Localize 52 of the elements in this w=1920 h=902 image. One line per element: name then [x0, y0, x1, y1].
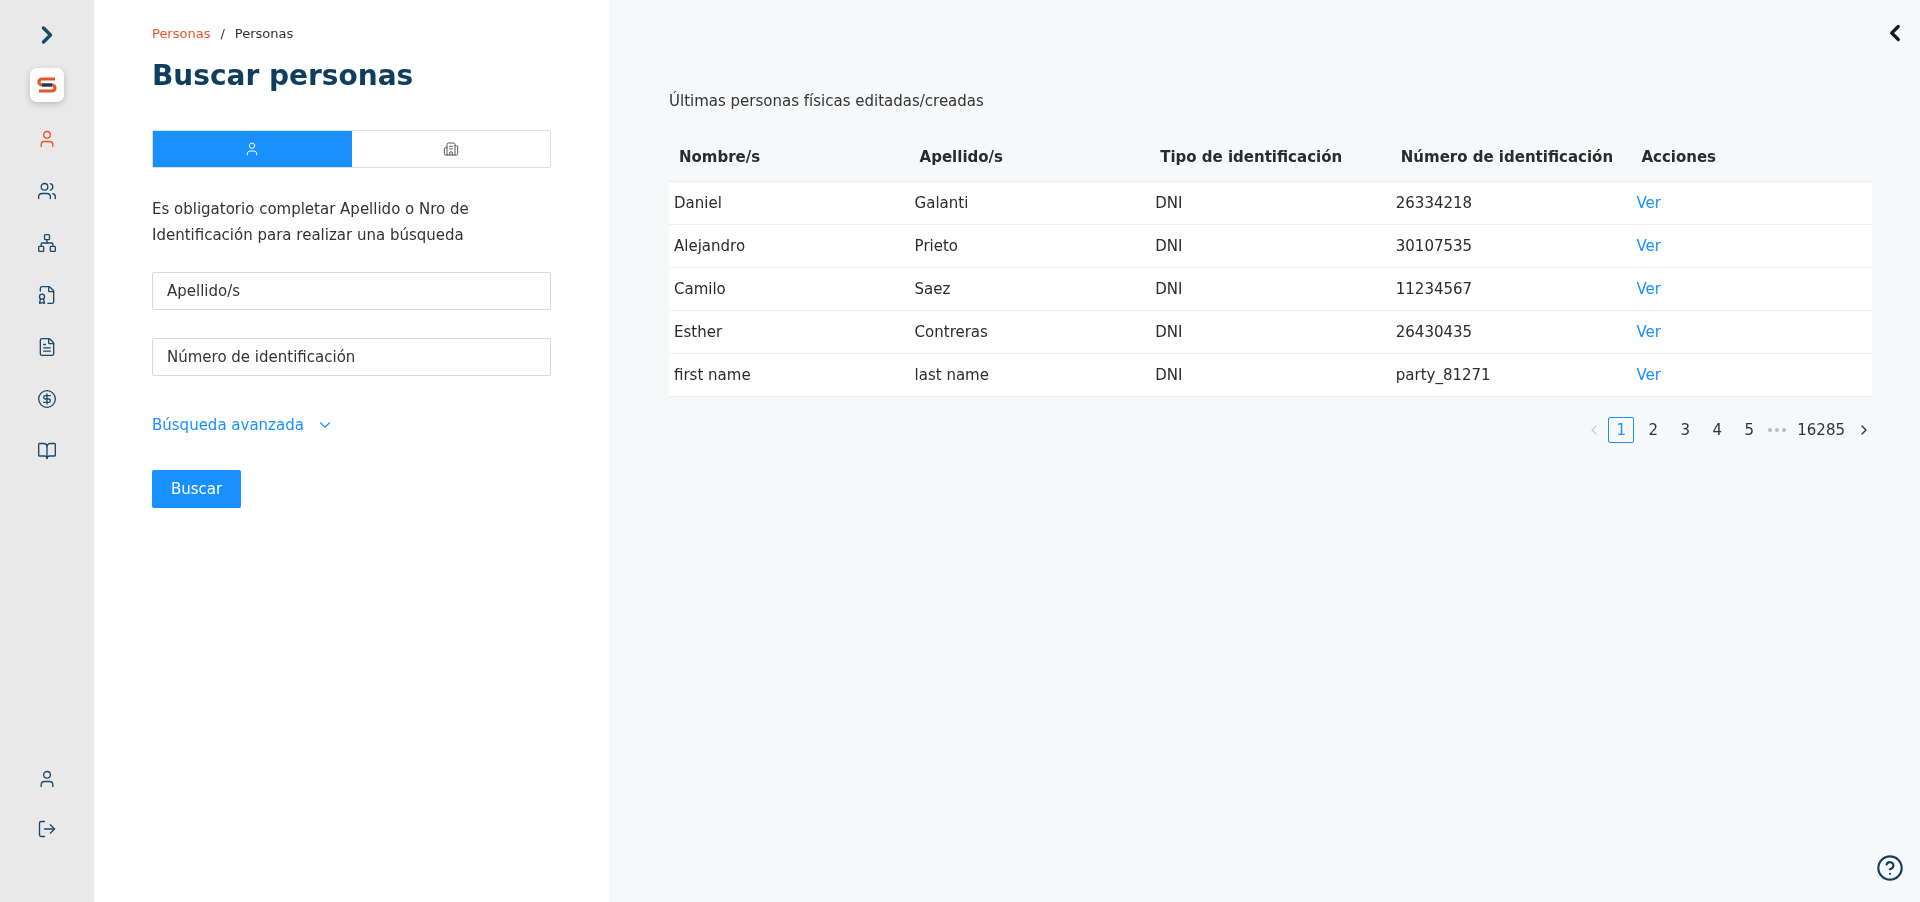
table-cell: Prieto [909, 224, 1151, 267]
hierarchy-icon [37, 233, 57, 253]
section-heading: Últimas personas físicas editadas/creadas [669, 92, 985, 110]
table-cell: Galanti [909, 181, 1151, 224]
table-cell: Alejandro [669, 224, 910, 267]
table-cell: DNI [1150, 267, 1391, 310]
table-cell: 26430435 [1390, 310, 1632, 353]
notice-text: Es obligatorio completar Apellido o Nro de Identificación para realizar una búsqueda [152, 199, 470, 246]
ellipsis-icon [1768, 427, 1787, 432]
table-cell: DNI [1150, 310, 1391, 353]
app-logo [30, 68, 64, 102]
view-link[interactable]: Ver [1636, 365, 1661, 384]
table-cell: Esther [669, 310, 910, 353]
view-link[interactable]: Ver [1636, 279, 1661, 298]
table-cell: 11234567 [1390, 267, 1632, 310]
book-icon [37, 441, 57, 461]
people-icon [37, 181, 57, 201]
breadcrumb-current: Personas [234, 26, 294, 41]
advanced-search-toggle[interactable]: Búsqueda avanzada [152, 416, 334, 434]
table-cell: Daniel [669, 181, 910, 224]
document-icon [37, 337, 57, 357]
table-cell: 30107535 [1390, 224, 1632, 267]
table-cell: Saez [909, 267, 1151, 310]
help-button[interactable] [1876, 854, 1904, 882]
page-button[interactable]: 1 [1608, 416, 1635, 443]
view-link[interactable]: Ver [1636, 322, 1661, 341]
table-cell: DNI [1150, 181, 1391, 224]
view-link[interactable]: Ver [1636, 236, 1661, 255]
table-cell: 26334218 [1390, 181, 1632, 224]
dollar-icon [37, 389, 57, 409]
page-button[interactable]: 16285 [1792, 416, 1850, 443]
certificate-icon [37, 285, 57, 305]
table-cell: DNI [1150, 224, 1391, 267]
input-field[interactable]: Apellido/s [152, 272, 551, 310]
page-button[interactable]: 3 [1672, 416, 1699, 443]
table-cell: Contreras [909, 310, 1151, 353]
table-cell: Camilo [669, 267, 910, 310]
table-cell: DNI [1150, 353, 1391, 396]
table-cell: last name [909, 353, 1151, 396]
view-link[interactable]: Ver [1636, 193, 1661, 212]
breadcrumb-separator: / [220, 26, 225, 41]
page-button[interactable]: 4 [1704, 416, 1731, 443]
breadcrumb-link[interactable]: Personas [152, 26, 211, 41]
table-cell: party_81271 [1390, 353, 1632, 396]
page-title: Buscar personas [152, 59, 415, 92]
building-icon [442, 141, 459, 157]
page-button[interactable]: 5 [1736, 416, 1763, 443]
table-cell: first name [669, 353, 910, 396]
page-button[interactable]: 2 [1640, 416, 1667, 443]
search-button[interactable]: Buscar [152, 470, 242, 508]
input-field[interactable]: Número de identificación [152, 338, 551, 376]
logout-icon [37, 819, 57, 839]
